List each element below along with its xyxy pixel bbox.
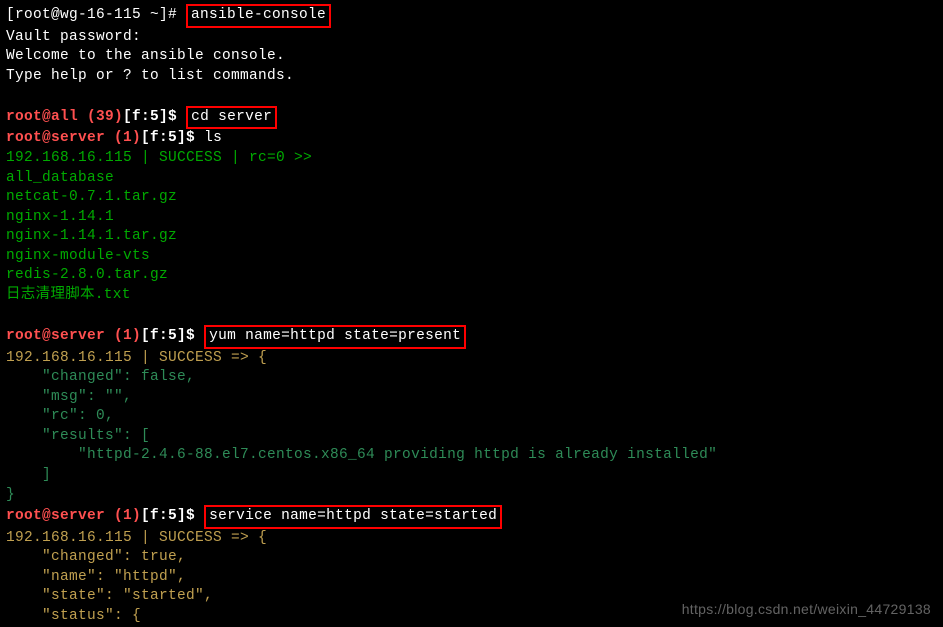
yum-output: ] xyxy=(6,466,937,486)
yum-output: "httpd-2.4.6-88.el7.centos.x86_64 provid… xyxy=(6,446,937,466)
service-output: "name": "httpd", xyxy=(6,568,937,588)
prompt-user: root@ xyxy=(6,508,51,524)
prompt-user: root@ xyxy=(6,328,51,344)
prompt-forks: [f:5] xyxy=(141,508,186,524)
ls-file: nginx-1.14.1.tar.gz xyxy=(6,227,937,247)
prompt-host: all (39) xyxy=(51,109,123,125)
yum-output: "rc": 0, xyxy=(6,407,937,427)
shell-line: [root@wg-16-115 ~]# ansible-console xyxy=(6,4,937,28)
ls-file: nginx-1.14.1 xyxy=(6,208,937,228)
ls-file: nginx-module-vts xyxy=(6,247,937,267)
ls-file: netcat-0.7.1.tar.gz xyxy=(6,188,937,208)
ls-file: all_database xyxy=(6,169,937,189)
ls-file: redis-2.8.0.tar.gz xyxy=(6,266,937,286)
prompt-dollar: $ xyxy=(186,130,204,146)
service-success-header: 192.168.16.115 | SUCCESS => { xyxy=(6,529,937,549)
prompt-user: root@ xyxy=(6,109,51,125)
prompt-dollar: $ xyxy=(186,508,204,524)
prompt-server-service-line: root@server (1)[f:5]$ service name=httpd… xyxy=(6,505,937,529)
ls-file: 日志清理脚本.txt xyxy=(6,286,937,306)
yum-output: "msg": "", xyxy=(6,388,937,408)
prompt-user: root@ xyxy=(6,130,51,146)
watermark-text: https://blog.csdn.net/weixin_44729138 xyxy=(682,600,931,619)
prompt-dollar: $ xyxy=(186,328,204,344)
ls-success-header: 192.168.16.115 | SUCCESS | rc=0 >> xyxy=(6,149,937,169)
cmd-yum: yum name=httpd state=present xyxy=(204,325,466,349)
prompt-dollar: $ xyxy=(168,109,186,125)
welcome-line-2: Type help or ? to list commands. xyxy=(6,67,937,87)
yum-output: "results": [ xyxy=(6,427,937,447)
prompt-server-ls-line: root@server (1)[f:5]$ ls xyxy=(6,129,937,149)
yum-success-header: 192.168.16.115 | SUCCESS => { xyxy=(6,349,937,369)
blank-line xyxy=(6,86,937,106)
prompt-forks: [f:5] xyxy=(123,109,168,125)
prompt-all-line: root@all (39)[f:5]$ cd server xyxy=(6,106,937,130)
blank-line xyxy=(6,305,937,325)
cmd-cd-server: cd server xyxy=(186,106,277,130)
cmd-ansible-console: ansible-console xyxy=(186,4,331,28)
service-output: "changed": true, xyxy=(6,548,937,568)
prompt-server-yum-line: root@server (1)[f:5]$ yum name=httpd sta… xyxy=(6,325,937,349)
yum-output: } xyxy=(6,486,937,506)
cmd-service: service name=httpd state=started xyxy=(204,505,502,529)
prompt-host: server (1) xyxy=(51,328,141,344)
shell-prompt: [root@wg-16-115 ~]# xyxy=(6,7,186,23)
vault-prompt: Vault password: xyxy=(6,28,937,48)
prompt-forks: [f:5] xyxy=(141,328,186,344)
prompt-host: server (1) xyxy=(51,508,141,524)
prompt-forks: [f:5] xyxy=(141,130,186,146)
prompt-host: server (1) xyxy=(51,130,141,146)
yum-output: "changed": false, xyxy=(6,368,937,388)
cmd-ls: ls xyxy=(204,130,222,146)
welcome-line-1: Welcome to the ansible console. xyxy=(6,47,937,67)
